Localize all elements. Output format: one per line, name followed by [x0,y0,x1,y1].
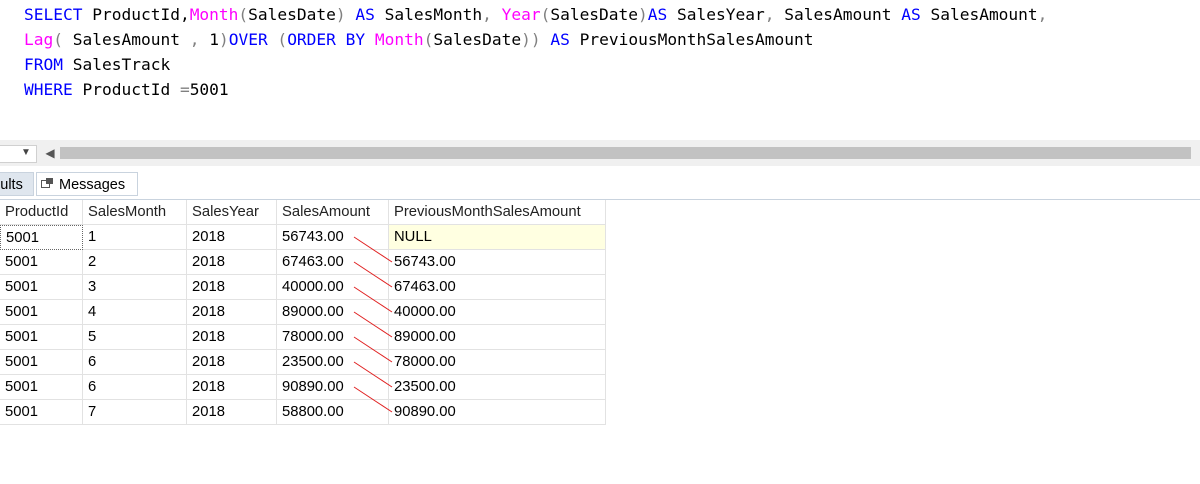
cell-previousmonthsalesamount[interactable]: 40000.00 [389,300,606,325]
column-header-previousmonthsalesamount[interactable]: PreviousMonthSalesAmount [389,200,606,225]
cell-salesamount[interactable]: 67463.00 [277,250,389,275]
messages-icon [41,178,53,190]
cell-salesamount[interactable]: 40000.00 [277,275,389,300]
column-header-salesmonth[interactable]: SalesMonth [83,200,187,225]
cell-salesmonth[interactable]: 4 [83,300,187,325]
cell-productid[interactable]: 5001 [0,300,83,325]
cell-previousmonthsalesamount[interactable]: 90890.00 [389,400,606,425]
cell-productid[interactable]: 5001 [0,350,83,375]
cell-salesamount[interactable]: 90890.00 [277,375,389,400]
table-row[interactable]: 5001 4 2018 89000.00 40000.00 [0,300,606,325]
cell-productid[interactable]: 5001 [0,325,83,350]
cell-salesmonth[interactable]: 2 [83,250,187,275]
code-line-3: FROM SalesTrack [24,55,171,74]
sql-editor[interactable]: SELECT ProductId,Month(SalesDate) AS Sal… [0,0,1200,140]
table-row[interactable]: 5001 6 2018 90890.00 23500.00 [0,375,606,400]
cell-productid[interactable]: 5001 [0,250,83,275]
result-tabs: sults Messages [0,166,1200,200]
chevron-down-icon: ▼ [21,147,31,158]
cell-productid[interactable]: 5001 [0,400,83,425]
table-row[interactable]: 5001 1 2018 56743.00 NULL [0,225,606,250]
tab-messages-label: Messages [59,177,126,193]
cell-salesmonth[interactable]: 5 [83,325,187,350]
scroll-left-arrow-icon[interactable]: ◀ [44,145,56,161]
zoom-dropdown[interactable]: ▼ [0,145,37,163]
cell-salesmonth[interactable]: 7 [83,400,187,425]
cell-salesyear[interactable]: 2018 [187,225,277,250]
cell-salesamount[interactable]: 56743.00 [277,225,389,250]
cell-productid[interactable]: 5001 [0,275,83,300]
table-row[interactable]: 5001 6 2018 23500.00 78000.00 [0,350,606,375]
column-header-salesamount[interactable]: SalesAmount [277,200,389,225]
code-line-1: SELECT ProductId,Month(SalesDate) AS Sal… [24,5,1048,24]
table-row[interactable]: 5001 7 2018 58800.00 90890.00 [0,400,606,425]
cell-salesamount[interactable]: 23500.00 [277,350,389,375]
cell-salesyear[interactable]: 2018 [187,375,277,400]
tab-messages[interactable]: Messages [36,172,138,196]
tab-results[interactable]: sults [0,172,34,196]
cell-salesamount[interactable]: 58800.00 [277,400,389,425]
cell-salesyear[interactable]: 2018 [187,350,277,375]
code-line-4: WHERE ProductId =5001 [24,80,229,99]
column-header-salesyear[interactable]: SalesYear [187,200,277,225]
cell-salesyear[interactable]: 2018 [187,275,277,300]
cell-salesmonth[interactable]: 6 [83,375,187,400]
grid-header-row: ProductId SalesMonth SalesYear SalesAmou… [0,200,606,225]
cell-salesyear[interactable]: 2018 [187,325,277,350]
table-row[interactable]: 5001 2 2018 67463.00 56743.00 [0,250,606,275]
cell-previousmonthsalesamount[interactable]: NULL [389,225,606,250]
cell-previousmonthsalesamount[interactable]: 56743.00 [389,250,606,275]
cell-previousmonthsalesamount[interactable]: 89000.00 [389,325,606,350]
cell-previousmonthsalesamount[interactable]: 78000.00 [389,350,606,375]
cell-productid[interactable]: 5001 [0,375,83,400]
table-row[interactable]: 5001 5 2018 78000.00 89000.00 [0,325,606,350]
cell-salesmonth[interactable]: 3 [83,275,187,300]
cell-productid[interactable]: 5001 [0,225,83,250]
column-header-productid[interactable]: ProductId [0,200,83,225]
cell-salesmonth[interactable]: 1 [83,225,187,250]
table-row[interactable]: 5001 3 2018 40000.00 67463.00 [0,275,606,300]
scrollbar-thumb[interactable] [60,147,1191,159]
cell-salesyear[interactable]: 2018 [187,250,277,275]
cell-previousmonthsalesamount[interactable]: 67463.00 [389,275,606,300]
code-line-2: Lag( SalesAmount , 1)OVER (ORDER BY Mont… [24,30,814,49]
cell-salesamount[interactable]: 89000.00 [277,300,389,325]
cell-salesyear[interactable]: 2018 [187,300,277,325]
cell-salesmonth[interactable]: 6 [83,350,187,375]
cell-salesyear[interactable]: 2018 [187,400,277,425]
tab-results-label: sults [0,177,23,193]
cell-salesamount[interactable]: 78000.00 [277,325,389,350]
cell-previousmonthsalesamount[interactable]: 23500.00 [389,375,606,400]
